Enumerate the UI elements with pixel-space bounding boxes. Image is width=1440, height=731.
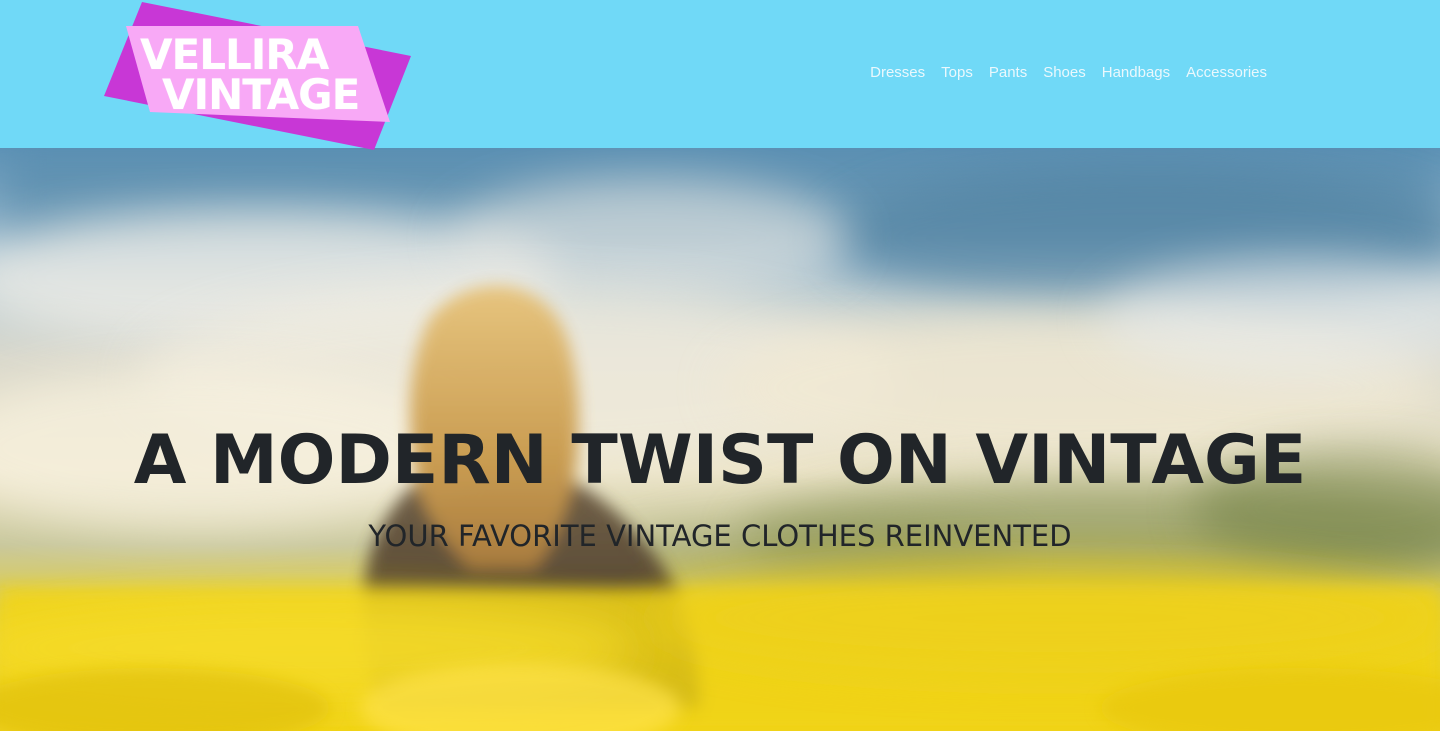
logo[interactable]: VELLIRA VINTAGE	[100, 0, 415, 152]
main-nav: Dresses Tops Pants Shoes Handbags Access…	[870, 64, 1267, 81]
nav-link-pants[interactable]: Pants	[989, 64, 1027, 81]
nav-link-shoes[interactable]: Shoes	[1043, 64, 1086, 81]
site-header: VELLIRA VINTAGE Dresses Tops Pants Shoes…	[0, 0, 1440, 150]
nav-link-dresses[interactable]: Dresses	[870, 64, 925, 81]
nav-link-accessories[interactable]: Accessories	[1186, 64, 1267, 81]
logo-text-line2: VINTAGE	[162, 70, 360, 119]
hero-section: A MODERN TWIST ON VINTAGE YOUR FAVORITE …	[0, 148, 1440, 731]
nav-link-handbags[interactable]: Handbags	[1102, 64, 1170, 81]
nav-link-tops[interactable]: Tops	[941, 64, 973, 81]
hero-title: A MODERN TWIST ON VINTAGE	[133, 421, 1307, 500]
hero-subtitle: YOUR FAVORITE VINTAGE CLOTHES REINVENTED	[368, 519, 1072, 553]
